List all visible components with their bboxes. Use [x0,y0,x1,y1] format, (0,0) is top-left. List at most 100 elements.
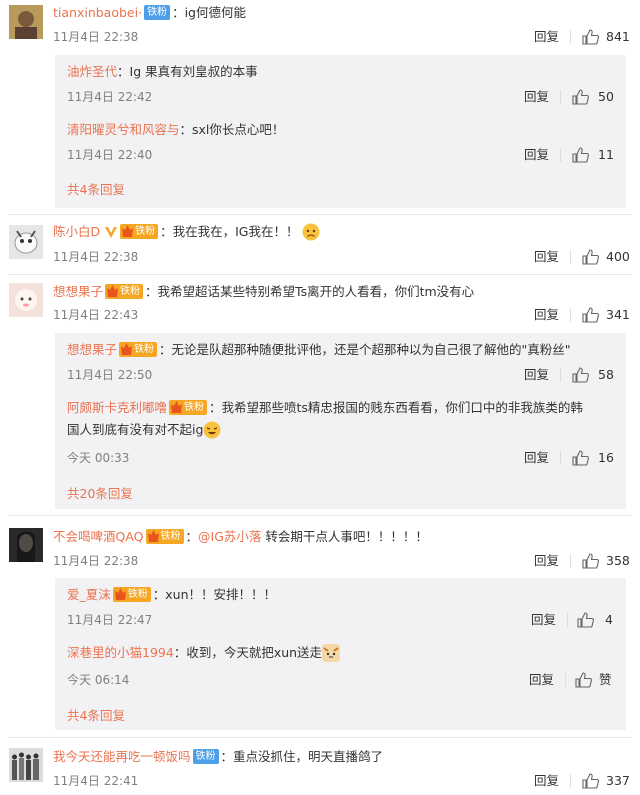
like-count: 358 [606,553,630,568]
username[interactable]: 想想果子 [67,342,117,357]
reply-button[interactable]: 回复 [534,307,559,323]
username[interactable]: 爱_夏沫 [67,587,111,602]
fan-badge[interactable]: 铁粉 [119,342,158,357]
laughing-emoji-icon [203,421,221,438]
reply-text: ：我希望那些喷ts精忠报国的贱东西看看，你们口中的非我族类的韩 [209,400,583,415]
thumbs-up-icon[interactable] [582,307,599,323]
divider [570,308,571,322]
reply-line: 阿颇斯卡克利嘟噜 铁粉 ：我希望那些喷ts精忠报国的贱东西看看，你们口中的非我族类的… [67,399,583,417]
fan-badge[interactable]: 铁粉 [169,400,208,415]
divider [570,30,571,44]
reply-button[interactable]: 回复 [534,29,559,45]
reply-button[interactable]: 回复 [524,147,549,163]
cat-emoji-icon [322,643,341,662]
username[interactable]: 清阳曜灵兮和风容与 [67,122,180,137]
thumbs-up-icon[interactable] [575,672,592,688]
like-count: 400 [606,249,630,264]
thumbs-up-icon[interactable] [582,249,599,265]
like-count: 50 [598,89,614,104]
divider [570,774,571,788]
thumbs-up-icon[interactable] [582,773,599,789]
fan-badge[interactable]: 铁粉 [120,224,159,239]
comment-item: tianxinbaobei· 铁粉 ：ig何德何能 11月4日 22:38 回复 8… [0,0,640,215]
comment-item: 我今天还能再吃一顿饭吗 铁粉 ：重点没抓住，明天直播鸽了 11月4日 22:41 回… [0,738,640,795]
comment-time: 11月4日 22:38 [53,554,139,568]
username[interactable]: 我今天还能再吃一顿饭吗 [53,749,191,764]
like-count: 58 [598,367,614,382]
reply-line: 想想果子 铁粉 ：无论是队超那种随便批评他，还是个超那种以为自己很了解他的"真粉丝" [67,341,571,359]
badge-label: 铁粉 [135,226,156,237]
comment-text: ：我希望超话某些特别希望Ts离开的人看看，你们tm没有心 [145,284,475,299]
reply-line: 深巷里的小猫1994：收到，今天就把xun送走 [67,643,341,663]
reply-time: 11月4日 22:50 [67,368,153,382]
reply-text: 国人到底有没有对不起ig [67,422,204,437]
username[interactable]: 深巷里的小猫1994 [67,645,174,660]
username[interactable]: 陈小白D [53,224,100,239]
fan-badge[interactable]: 铁粉 [144,5,171,20]
like-count: 11 [598,147,614,162]
fan-crown-icon [147,530,159,542]
username[interactable]: 想想果子 [53,284,103,299]
username[interactable]: 不会喝啤酒QAQ [53,529,144,544]
reply-button[interactable]: 回复 [534,553,559,569]
reply-text: ：xun！！安排！！！ [152,587,277,602]
fan-badge[interactable]: 铁粉 [145,529,184,544]
thumbs-up-icon[interactable] [572,450,589,466]
divider [570,554,571,568]
reply-button[interactable]: 回复 [524,89,549,105]
thumbs-up-icon[interactable] [572,89,589,105]
reply-text: ：Ig 果真有刘皇叔的本事 [117,64,258,79]
thumbs-up-icon[interactable] [582,553,599,569]
reply-button[interactable]: 回复 [531,612,556,628]
divider [560,90,561,104]
badge-label: 铁粉 [160,531,181,542]
fan-crown-icon [107,285,119,297]
fan-crown-icon [121,343,133,355]
reply-button[interactable]: 回复 [529,672,554,688]
username[interactable]: 油炸圣代 [67,64,117,79]
avatar[interactable] [9,283,43,317]
thumbs-up-icon[interactable] [582,29,599,45]
reply-line: 爱_夏沫 铁粉 ：xun！！安排！！！ [67,586,276,604]
comment-line: 陈小白D 铁粉 ：我在我在，IG我在！！ [53,223,320,242]
mention-link[interactable]: @IG苏小落 [198,529,261,544]
verified-v-icon [105,226,118,238]
divider [567,613,568,627]
more-replies-link[interactable]: 共4条回复 [67,182,125,198]
reply-button[interactable]: 回复 [524,367,549,383]
reply-button[interactable]: 回复 [534,249,559,265]
more-replies-link[interactable]: 共20条回复 [67,486,133,502]
comment-time: 11月4日 22:43 [53,308,139,322]
reply-button[interactable]: 回复 [534,773,559,789]
comment-text: 转会期干点人事吧！！！！！ [261,529,428,544]
avatar[interactable] [9,5,43,39]
reply-time: 今天 00:33 [67,451,130,465]
username[interactable]: 阿颇斯卡克利嘟噜 [67,400,167,415]
badge-label: 铁粉 [127,589,148,600]
sad-emoji-icon [302,223,320,240]
comment-text: ：ig何德何能 [172,5,246,20]
reply-text: ：sxl你长点心吧！ [179,122,285,137]
more-replies-link[interactable]: 共4条回复 [67,708,125,724]
comment-text: ：我在我在，IG我在！！ [160,224,299,239]
avatar[interactable] [9,748,43,782]
comment-item: 想想果子 铁粉 ：我希望超话某些特别希望Ts离开的人看看，你们tm没有心 11月4日… [0,275,640,515]
avatar-image [9,5,43,39]
fan-crown-icon [171,401,183,413]
thumbs-up-icon[interactable] [572,147,589,163]
avatar[interactable] [9,225,43,259]
avatar-image [9,225,43,259]
fan-badge[interactable]: 铁粉 [105,284,144,299]
fan-badge[interactable]: 铁粉 [112,587,151,602]
avatar[interactable] [9,528,43,562]
reply-button[interactable]: 回复 [524,450,549,466]
thumbs-up-icon[interactable] [572,367,589,383]
divider [565,673,566,687]
reply-line: 油炸圣代：Ig 果真有刘皇叔的本事 [67,63,258,81]
username[interactable]: tianxinbaobei· [53,5,142,20]
comment-text: ：重点没抓住，明天直播鸽了 [220,749,384,764]
like-label[interactable]: 赞 [599,672,612,688]
fan-badge[interactable]: 铁粉 [192,749,219,764]
badge-label: 铁粉 [134,344,155,355]
thumbs-up-icon[interactable] [577,612,594,628]
